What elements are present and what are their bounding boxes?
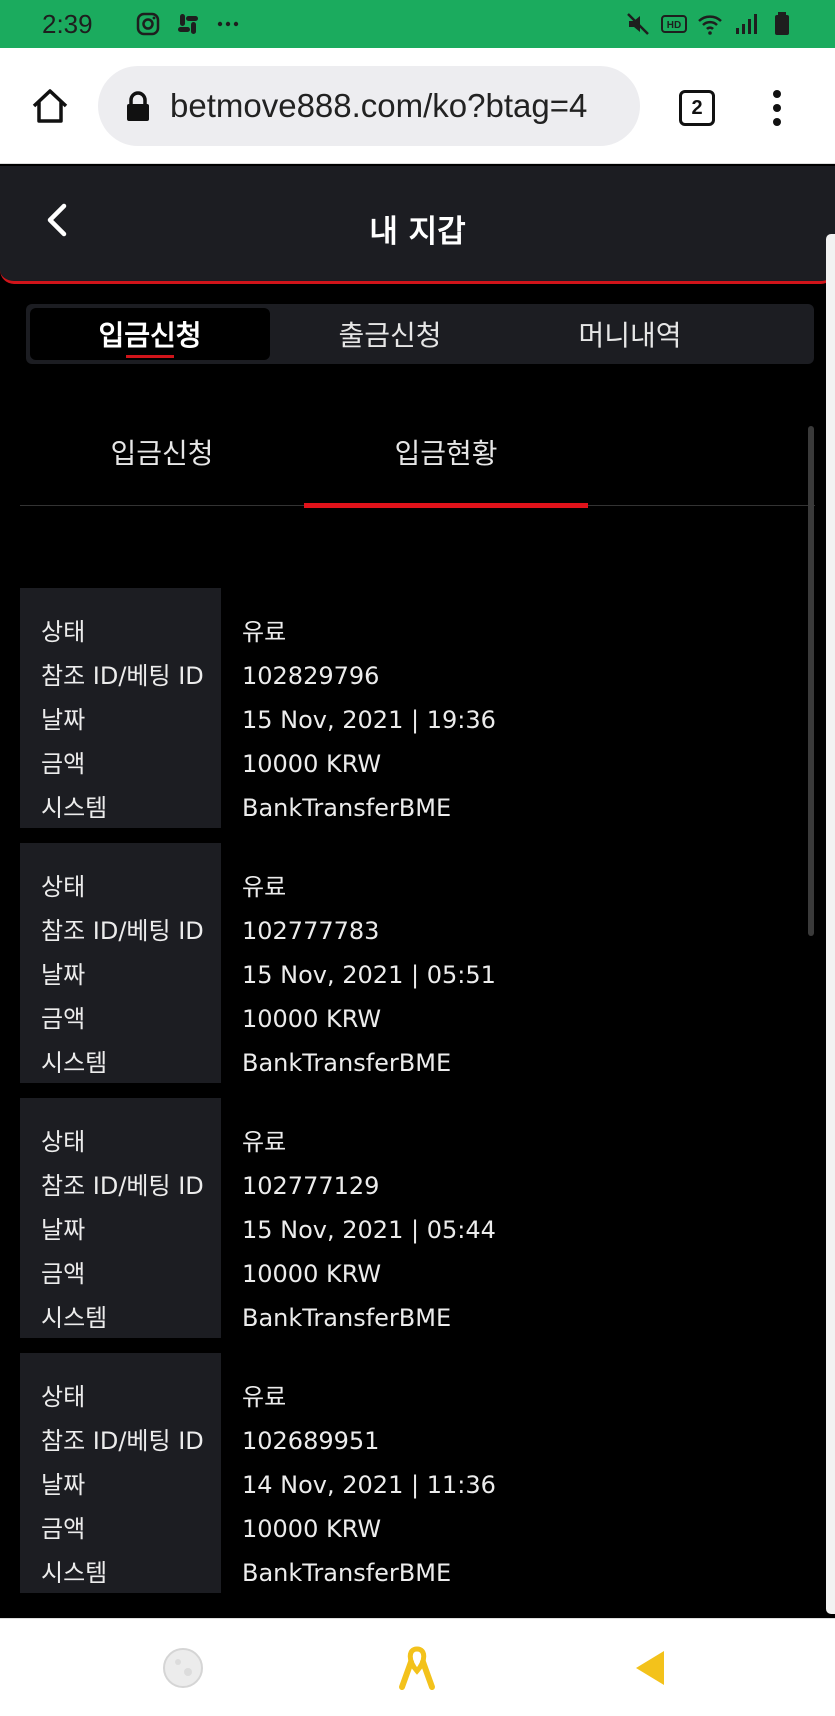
wifi-icon	[698, 15, 722, 35]
label-ref-id: 참조 ID/베팅 ID	[41, 1172, 204, 1200]
browser-toolbar: betmove888.com/ko?btag=4 2	[0, 48, 835, 164]
value-amount: 10000 KRW	[242, 750, 382, 778]
value-status: 유료	[242, 873, 287, 901]
deposit-record: 상태 참조 ID/베팅 ID 날짜 금액 시스템 유료 102777783 15…	[20, 843, 810, 1083]
page-title: 내 지갑	[369, 214, 466, 250]
subtab-deposit-status[interactable]: 입금현황	[304, 416, 588, 508]
record-labels: 상태 참조 ID/베팅 ID 날짜 금액 시스템	[20, 1353, 221, 1593]
status-bar: 2:39 HD	[0, 0, 835, 48]
browser-menu-button[interactable]	[762, 86, 792, 130]
label-amount: 금액	[41, 750, 86, 778]
label-ref-id: 참조 ID/베팅 ID	[41, 917, 204, 945]
label-amount: 금액	[41, 1260, 86, 1288]
value-date: 15 Nov, 2021 | 19:36	[242, 706, 496, 734]
value-system: BankTransferBME	[242, 1049, 452, 1077]
value-ref-id: 102777783	[242, 917, 380, 945]
deposit-record: 상태 참조 ID/베팅 ID 날짜 금액 시스템 유료 102689951 14…	[20, 1353, 810, 1593]
hd-icon: HD	[661, 15, 687, 33]
deposit-record: 상태 참조 ID/베팅 ID 날짜 금액 시스템 유료 102777129 15…	[20, 1098, 810, 1338]
label-system: 시스템	[41, 1304, 108, 1332]
value-system: BankTransferBME	[242, 1304, 452, 1332]
instagram-icon	[136, 12, 159, 36]
value-date: 14 Nov, 2021 | 11:36	[242, 1471, 496, 1499]
more-icon	[217, 21, 238, 27]
label-system: 시스템	[41, 1559, 108, 1587]
deposit-subtabs: 입금신청 입금현황	[20, 416, 815, 508]
home-icon	[32, 88, 68, 123]
tab-money-history[interactable]: 머니내역	[510, 308, 750, 360]
value-amount: 10000 KRW	[242, 1260, 382, 1288]
record-labels: 상태 참조 ID/베팅 ID 날짜 금액 시스템	[20, 1098, 221, 1338]
label-date: 날짜	[41, 1216, 86, 1244]
label-system: 시스템	[41, 1049, 108, 1077]
value-status: 유료	[242, 1128, 287, 1156]
value-ref-id: 102689951	[242, 1427, 380, 1455]
menu-dot	[773, 90, 781, 98]
label-system: 시스템	[41, 794, 108, 822]
back-triangle-icon[interactable]	[628, 1645, 674, 1691]
signal-icon	[736, 14, 757, 34]
deposit-record: 상태 참조 ID/베팅 ID 날짜 금액 시스템 유료 102829796 15…	[20, 588, 810, 828]
status-time: 2:39	[42, 8, 93, 39]
label-date: 날짜	[41, 961, 86, 989]
value-amount: 10000 KRW	[242, 1005, 382, 1033]
page-header: 내 지갑	[0, 166, 835, 284]
label-ref-id: 참조 ID/베팅 ID	[41, 662, 204, 690]
page-edge-handle	[826, 234, 835, 1614]
value-ref-id: 102777129	[242, 1172, 380, 1200]
svg-text:HD: HD	[667, 20, 681, 31]
system-icons: HD	[625, 11, 795, 37]
record-values: 유료 102777129 15 Nov, 2021 | 05:44 10000 …	[242, 1098, 496, 1338]
subtab-deposit-request[interactable]: 입금신청	[20, 416, 304, 506]
mute-icon	[627, 13, 649, 35]
value-ref-id: 102829796	[242, 662, 380, 690]
menu-dot	[773, 118, 781, 126]
record-values: 유료 102689951 14 Nov, 2021 | 11:36 10000 …	[242, 1353, 496, 1593]
slack-icon	[177, 14, 198, 34]
label-ref-id: 참조 ID/베팅 ID	[41, 1427, 204, 1455]
label-status: 상태	[41, 873, 86, 901]
record-values: 유료 102777783 15 Nov, 2021 | 05:51 10000 …	[242, 843, 496, 1083]
tab-switcher-button[interactable]: 2	[679, 90, 715, 126]
menu-dot	[773, 104, 781, 112]
record-labels: 상태 참조 ID/베팅 ID 날짜 금액 시스템	[20, 843, 221, 1083]
value-system: BankTransferBME	[242, 794, 452, 822]
label-status: 상태	[41, 1383, 86, 1411]
url-text: betmove888.com/ko?btag=4	[170, 87, 588, 124]
moon-icon[interactable]	[160, 1645, 206, 1691]
ribbon-icon[interactable]	[394, 1645, 440, 1691]
label-amount: 금액	[41, 1515, 86, 1543]
label-date: 날짜	[41, 706, 86, 734]
value-amount: 10000 KRW	[242, 1515, 382, 1543]
value-date: 15 Nov, 2021 | 05:51	[242, 961, 496, 989]
value-status: 유료	[242, 1383, 287, 1411]
record-values: 유료 102829796 15 Nov, 2021 | 19:36 10000 …	[242, 588, 496, 828]
home-button[interactable]	[20, 76, 80, 136]
tab-deposit-request[interactable]: 입금신청	[30, 308, 270, 360]
label-amount: 금액	[41, 1005, 86, 1033]
battery-icon	[775, 12, 789, 35]
tab-withdraw-request[interactable]: 출금신청	[270, 308, 510, 360]
bottom-navigation	[0, 1618, 835, 1716]
notification-icons	[135, 11, 241, 37]
value-date: 15 Nov, 2021 | 05:44	[242, 1216, 496, 1244]
wallet-tabs: 입금신청 출금신청 머니내역	[26, 304, 814, 364]
address-bar[interactable]: betmove888.com/ko?btag=4	[98, 66, 640, 146]
label-status: 상태	[41, 618, 86, 646]
value-status: 유료	[242, 618, 287, 646]
label-status: 상태	[41, 1128, 86, 1156]
label-date: 날짜	[41, 1471, 86, 1499]
lock-icon	[127, 91, 149, 121]
value-system: BankTransferBME	[242, 1559, 452, 1587]
record-labels: 상태 참조 ID/베팅 ID 날짜 금액 시스템	[20, 588, 221, 828]
deposit-records-list: 상태 참조 ID/베팅 ID 날짜 금액 시스템 유료 102829796 15…	[20, 588, 810, 1608]
